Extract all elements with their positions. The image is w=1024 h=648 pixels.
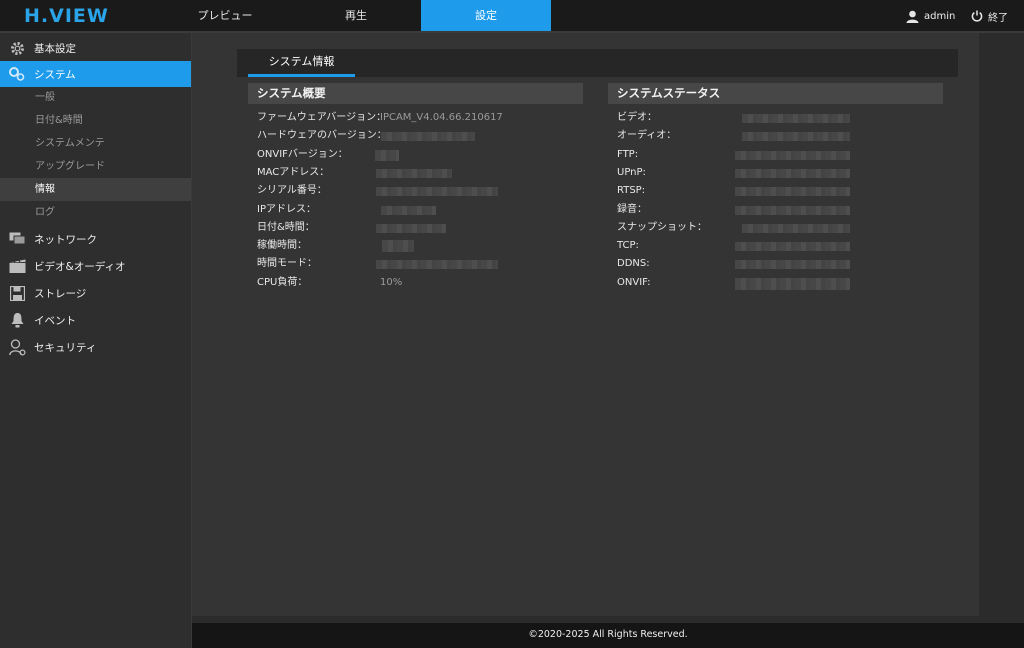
sidebar-item-label: ビデオ&オーディオ [34, 260, 126, 273]
redacted-value [735, 278, 850, 290]
redacted-value [735, 260, 850, 269]
overview-row-datetime: 日付&時間： [257, 219, 587, 237]
status-row-ddns: DDNS: [617, 255, 947, 273]
sidebar-item-label: ネットワーク [34, 233, 97, 246]
overview-row-time-mode: 時間モード： [257, 255, 587, 273]
tab-playback[interactable]: 再生 [327, 0, 385, 31]
sidebar-subitem-general[interactable]: 一般 [0, 86, 191, 109]
redacted-value [742, 132, 850, 141]
sidebar-item-label: システム [34, 68, 76, 81]
tab-bar: システム情報 [237, 49, 958, 77]
overview-row-cpu: CPU負荷： 10% [257, 274, 587, 292]
overview-row-hardware: ハードウェアのバージョン： [257, 127, 587, 145]
security-icon [8, 338, 26, 356]
overview-row-uptime: 稼働時間： [257, 237, 587, 255]
sidebar-item-video-audio[interactable]: ビデオ&オーディオ [0, 253, 191, 279]
sidebar-subitem-date-time[interactable]: 日付&時間 [0, 109, 191, 132]
hview-logo: H.VIEW [24, 5, 109, 26]
sidebar-item-security[interactable]: セキュリティ [0, 334, 191, 360]
overview-row-ip: IPアドレス： [257, 201, 587, 219]
sidebar-item-label: 基本設定 [34, 42, 76, 55]
sidebar-subitem-info[interactable]: 情報 [0, 178, 191, 201]
sidebar: 基本設定 システム 一般 日付&時間 システムメンテ アップグレード 情報 ログ… [0, 33, 192, 648]
logout-button[interactable]: 終了 [971, 8, 1008, 24]
status-row-video: ビデオ： [617, 109, 947, 127]
tab-system-info[interactable]: システム情報 [248, 49, 355, 77]
logout-label: 終了 [988, 12, 1008, 24]
sidebar-item-event[interactable]: イベント [0, 307, 191, 333]
copyright-text: ©2020-2025 All Rights Reserved. [528, 629, 688, 640]
status-header: システムステータス [608, 83, 943, 104]
overview-row-onvif: ONVIFバージョン： [257, 146, 587, 164]
main-panel: システム情報 システム概要 ファームウェアバージョン： IPCAM_V4.04.… [192, 33, 979, 616]
power-icon [971, 10, 983, 22]
footer-gap [192, 616, 1024, 623]
footer: ©2020-2025 All Rights Reserved. [192, 623, 1024, 648]
tab-preview[interactable]: プレビュー [193, 0, 257, 31]
firmware-value: IPCAM_V4.04.66.210617 [380, 112, 503, 123]
top-bar: H.VIEW プレビュー 再生 設定 admin 終了 [0, 0, 1024, 31]
storage-icon [8, 284, 26, 302]
user-icon [906, 10, 919, 23]
sidebar-item-system[interactable]: システム [0, 61, 191, 87]
status-row-ftp: FTP: [617, 146, 947, 164]
user-menu[interactable]: admin [906, 8, 955, 24]
redacted-value [735, 206, 850, 215]
overview-row-mac: MACアドレス： [257, 164, 587, 182]
sidebar-item-storage[interactable]: ストレージ [0, 280, 191, 306]
redacted-value [376, 169, 452, 178]
redacted-value [382, 240, 414, 252]
event-icon [8, 311, 26, 329]
redacted-value [376, 224, 446, 233]
overview-header: システム概要 [248, 83, 583, 104]
username: admin [924, 10, 956, 22]
status-row-recording: 録音： [617, 201, 947, 219]
redacted-value [376, 260, 498, 269]
redacted-value [742, 114, 850, 123]
svg-text:H.VIEW: H.VIEW [24, 5, 109, 26]
cpu-load-value: 10% [380, 277, 403, 288]
overview-row-firmware: ファームウェアバージョン： IPCAM_V4.04.66.210617 [257, 109, 587, 127]
sidebar-item-label: セキュリティ [34, 341, 97, 354]
redacted-value [735, 151, 850, 160]
sidebar-item-label: ストレージ [34, 287, 87, 300]
redacted-value [735, 187, 850, 196]
system-icon [8, 65, 26, 83]
network-icon [8, 230, 26, 248]
sidebar-subitem-maintenance[interactable]: システムメンテ [0, 132, 191, 155]
overview-row-serial: シリアル番号： [257, 182, 587, 200]
redacted-value [381, 132, 475, 141]
sidebar-item-network[interactable]: ネットワーク [0, 226, 191, 252]
status-row-tcp: TCP: [617, 237, 947, 255]
redacted-value [376, 187, 498, 196]
redacted-value [381, 206, 436, 215]
status-row-upnp: UPnP: [617, 164, 947, 182]
status-row-snapshot: スナップショット： [617, 219, 947, 237]
sidebar-subitem-log[interactable]: ログ [0, 201, 191, 224]
tab-settings[interactable]: 設定 [421, 0, 551, 31]
status-row-rtsp: RTSP: [617, 182, 947, 200]
redacted-value [375, 150, 399, 161]
status-row-onvif: ONVIF: [617, 274, 947, 292]
gear-icon [8, 39, 26, 57]
status-row-audio: オーディオ： [617, 127, 947, 145]
video-audio-icon [8, 257, 26, 275]
right-margin [979, 33, 1024, 616]
sidebar-subitem-upgrade[interactable]: アップグレード [0, 155, 191, 178]
redacted-value [735, 242, 850, 251]
redacted-value [735, 169, 850, 178]
sidebar-item-label: イベント [34, 314, 76, 327]
redacted-value [742, 224, 850, 233]
sidebar-item-basic-settings[interactable]: 基本設定 [0, 35, 191, 61]
